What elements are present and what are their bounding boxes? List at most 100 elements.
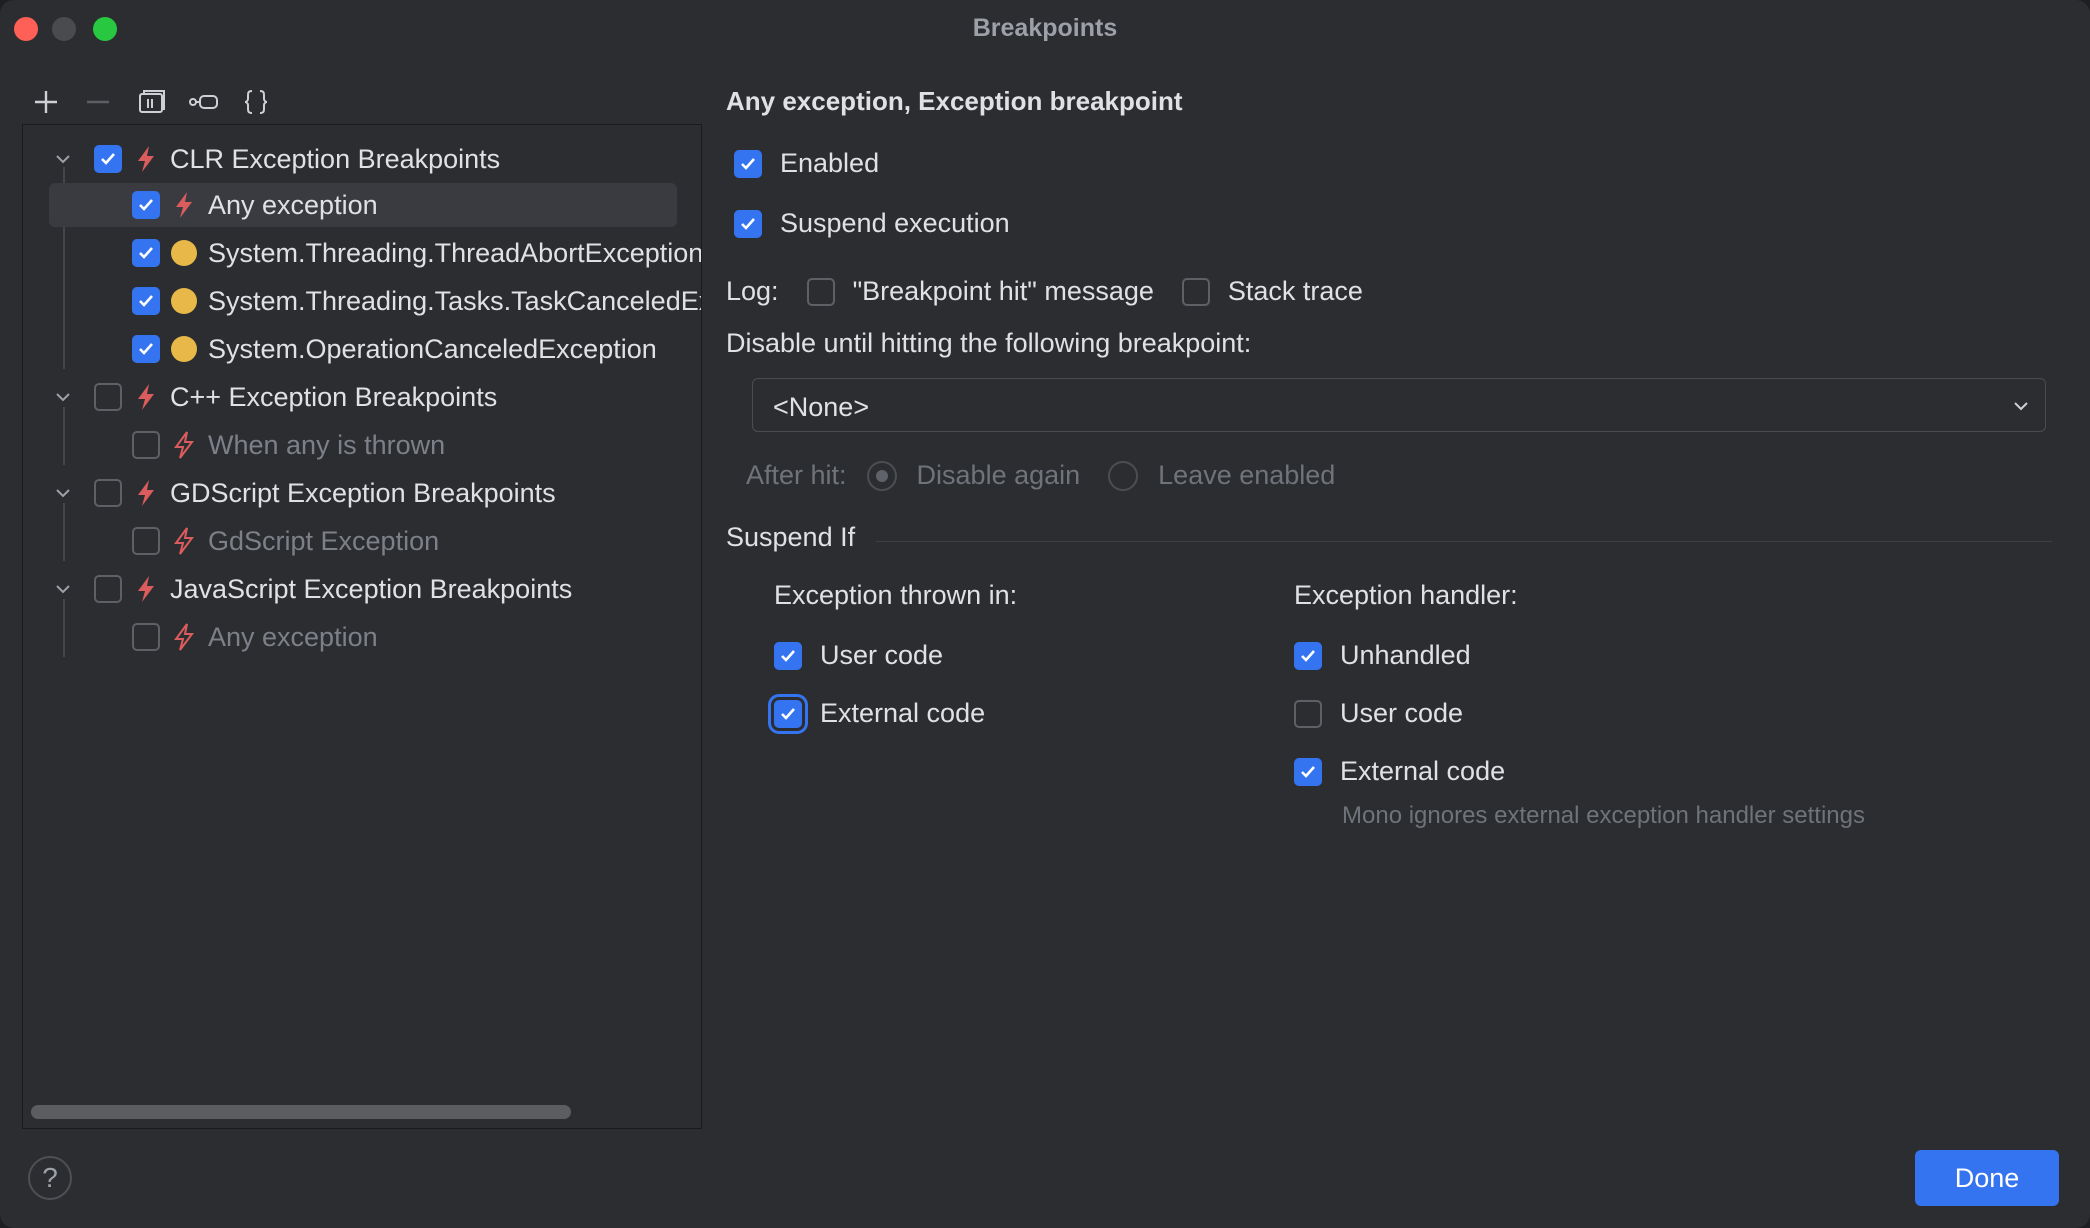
lightning-outline-icon — [170, 431, 198, 459]
thrown-user-code-checkbox[interactable] — [774, 641, 802, 670]
horizontal-scrollbar[interactable] — [31, 1105, 571, 1119]
tree-group-label: C++ Exception Breakpoints — [170, 381, 498, 412]
add-icon[interactable] — [28, 84, 64, 120]
lightning-icon — [132, 145, 160, 173]
tree-group-cpp[interactable]: C++ Exception Breakpoints — [23, 375, 683, 419]
tree-item-label: When any is thrown — [208, 429, 446, 460]
chevron-down-icon[interactable] — [53, 579, 73, 599]
lightning-icon — [132, 575, 160, 603]
tree-group-label: JavaScript Exception Breakpoints — [170, 573, 573, 604]
checkbox[interactable] — [132, 239, 160, 267]
after-hit-label: After hit: — [746, 460, 847, 490]
suspend-label: Suspend execution — [780, 208, 1010, 238]
lightning-icon — [132, 383, 160, 411]
dropdown-value: <None> — [773, 392, 870, 422]
lightning-outline-icon — [170, 623, 198, 651]
tree-group-label: GDScript Exception Breakpoints — [170, 477, 556, 508]
chevron-down-icon — [2014, 402, 2028, 411]
thrown-user-code-label: User code — [820, 640, 944, 670]
group-icon[interactable] — [134, 84, 170, 120]
tree-item-label: Any exception — [208, 189, 378, 220]
lightning-icon — [170, 191, 198, 219]
enabled-option[interactable]: Enabled — [734, 148, 879, 179]
thrown-user-code-option[interactable]: User code — [774, 640, 943, 671]
done-button[interactable]: Done — [1915, 1150, 2059, 1206]
suspend-if-heading: Suspend If — [726, 522, 856, 552]
section-separator — [876, 541, 2052, 542]
handler-heading: Exception handler: — [1294, 580, 1518, 610]
checkbox[interactable] — [94, 145, 122, 173]
disable-until-label: Disable until hitting the following brea… — [726, 328, 1252, 358]
breakpoints-tree[interactable]: CLR Exception Breakpoints Any exception … — [22, 124, 702, 1129]
chevron-down-icon[interactable] — [53, 483, 73, 503]
suspend-option[interactable]: Suspend execution — [734, 208, 1010, 239]
tree-item-thread-abort[interactable]: System.Threading.ThreadAbortException — [23, 231, 701, 275]
details-title: Any exception, Exception breakpoint — [726, 86, 1183, 116]
yellow-dot-icon — [170, 239, 198, 267]
tree-item-label: System.Threading.Tasks.TaskCanceledExcep… — [208, 285, 701, 316]
handler-external-code-checkbox[interactable] — [1294, 757, 1322, 786]
stack-trace-checkbox[interactable] — [1181, 277, 1210, 306]
checkbox[interactable] — [94, 383, 122, 411]
exception-icon[interactable] — [186, 84, 222, 120]
log-message-label: "Breakpoint hit" message — [852, 276, 1154, 306]
chevron-down-icon[interactable] — [53, 149, 73, 169]
stack-trace-label: Stack trace — [1227, 276, 1363, 306]
after-hit-row: After hit: Disable again Leave enabled — [746, 460, 1335, 491]
handler-unhandled-label: Unhandled — [1340, 640, 1471, 670]
checkbox[interactable] — [132, 335, 160, 363]
checkbox[interactable] — [132, 527, 160, 555]
window-title: Breakpoints — [972, 14, 1118, 42]
help-button[interactable]: ? — [28, 1156, 72, 1200]
disable-again-label: Disable again — [916, 460, 1081, 490]
tree-item-label: Any exception — [208, 621, 378, 652]
handler-unhandled-option[interactable]: Unhandled — [1294, 640, 1471, 671]
tree-group-javascript[interactable]: JavaScript Exception Breakpoints — [23, 567, 683, 611]
leave-enabled-radio[interactable] — [1108, 460, 1139, 491]
checkbox[interactable] — [132, 287, 160, 315]
thrown-external-code-checkbox[interactable] — [774, 699, 802, 728]
handler-external-code-option[interactable]: External code — [1294, 756, 1505, 787]
checkbox[interactable] — [94, 575, 122, 603]
tree-item-gdscript-exception[interactable]: GdScript Exception — [23, 519, 683, 563]
log-message-checkbox[interactable] — [806, 277, 835, 306]
yellow-dot-icon — [170, 287, 198, 315]
tree-item-when-any-thrown[interactable]: When any is thrown — [23, 423, 683, 467]
tree-item-any-exception[interactable]: Any exception — [49, 183, 677, 227]
checkbox[interactable] — [132, 623, 160, 651]
tree-item-js-any-exception[interactable]: Any exception — [23, 615, 683, 659]
log-row: Log: "Breakpoint hit" message Stack trac… — [726, 276, 1363, 307]
handler-external-code-label: External code — [1340, 756, 1506, 786]
handler-user-code-checkbox[interactable] — [1294, 699, 1322, 728]
tree-item-label: System.OperationCanceledException — [208, 333, 657, 364]
tree-item-operation-canceled[interactable]: System.OperationCanceledException — [23, 327, 701, 371]
title-bar: Breakpoints — [0, 0, 2090, 58]
suspend-checkbox[interactable] — [734, 209, 762, 238]
thrown-in-heading: Exception thrown in: — [774, 580, 1018, 610]
chevron-down-icon[interactable] — [53, 387, 73, 407]
yellow-dot-icon — [170, 335, 198, 363]
leave-enabled-label: Leave enabled — [1158, 460, 1336, 490]
mono-note: Mono ignores external exception handler … — [1342, 802, 1865, 829]
enabled-label: Enabled — [780, 148, 880, 178]
handler-unhandled-checkbox[interactable] — [1294, 641, 1322, 670]
checkbox[interactable] — [132, 431, 160, 459]
disable-until-dropdown[interactable]: <None> — [752, 378, 2046, 432]
breakpoints-dialog: Breakpoints CLR Exception Breakpoints An… — [0, 0, 2090, 1228]
enabled-checkbox[interactable] — [734, 149, 762, 178]
checkbox[interactable] — [94, 479, 122, 507]
braces-icon[interactable] — [238, 84, 274, 120]
tree-group-clr[interactable]: CLR Exception Breakpoints — [23, 137, 683, 181]
remove-icon[interactable] — [80, 84, 116, 120]
thrown-external-code-option[interactable]: External code — [774, 698, 985, 729]
log-label: Log: — [726, 276, 779, 306]
handler-user-code-label: User code — [1340, 698, 1464, 728]
tree-item-task-canceled[interactable]: System.Threading.Tasks.TaskCanceledExcep… — [23, 279, 701, 323]
lightning-outline-icon — [170, 527, 198, 555]
checkbox[interactable] — [132, 191, 160, 219]
handler-user-code-option[interactable]: User code — [1294, 698, 1463, 729]
tree-group-gdscript[interactable]: GDScript Exception Breakpoints — [23, 471, 683, 515]
disable-again-radio[interactable] — [866, 460, 897, 491]
thrown-external-code-label: External code — [820, 698, 986, 728]
lightning-icon — [132, 479, 160, 507]
